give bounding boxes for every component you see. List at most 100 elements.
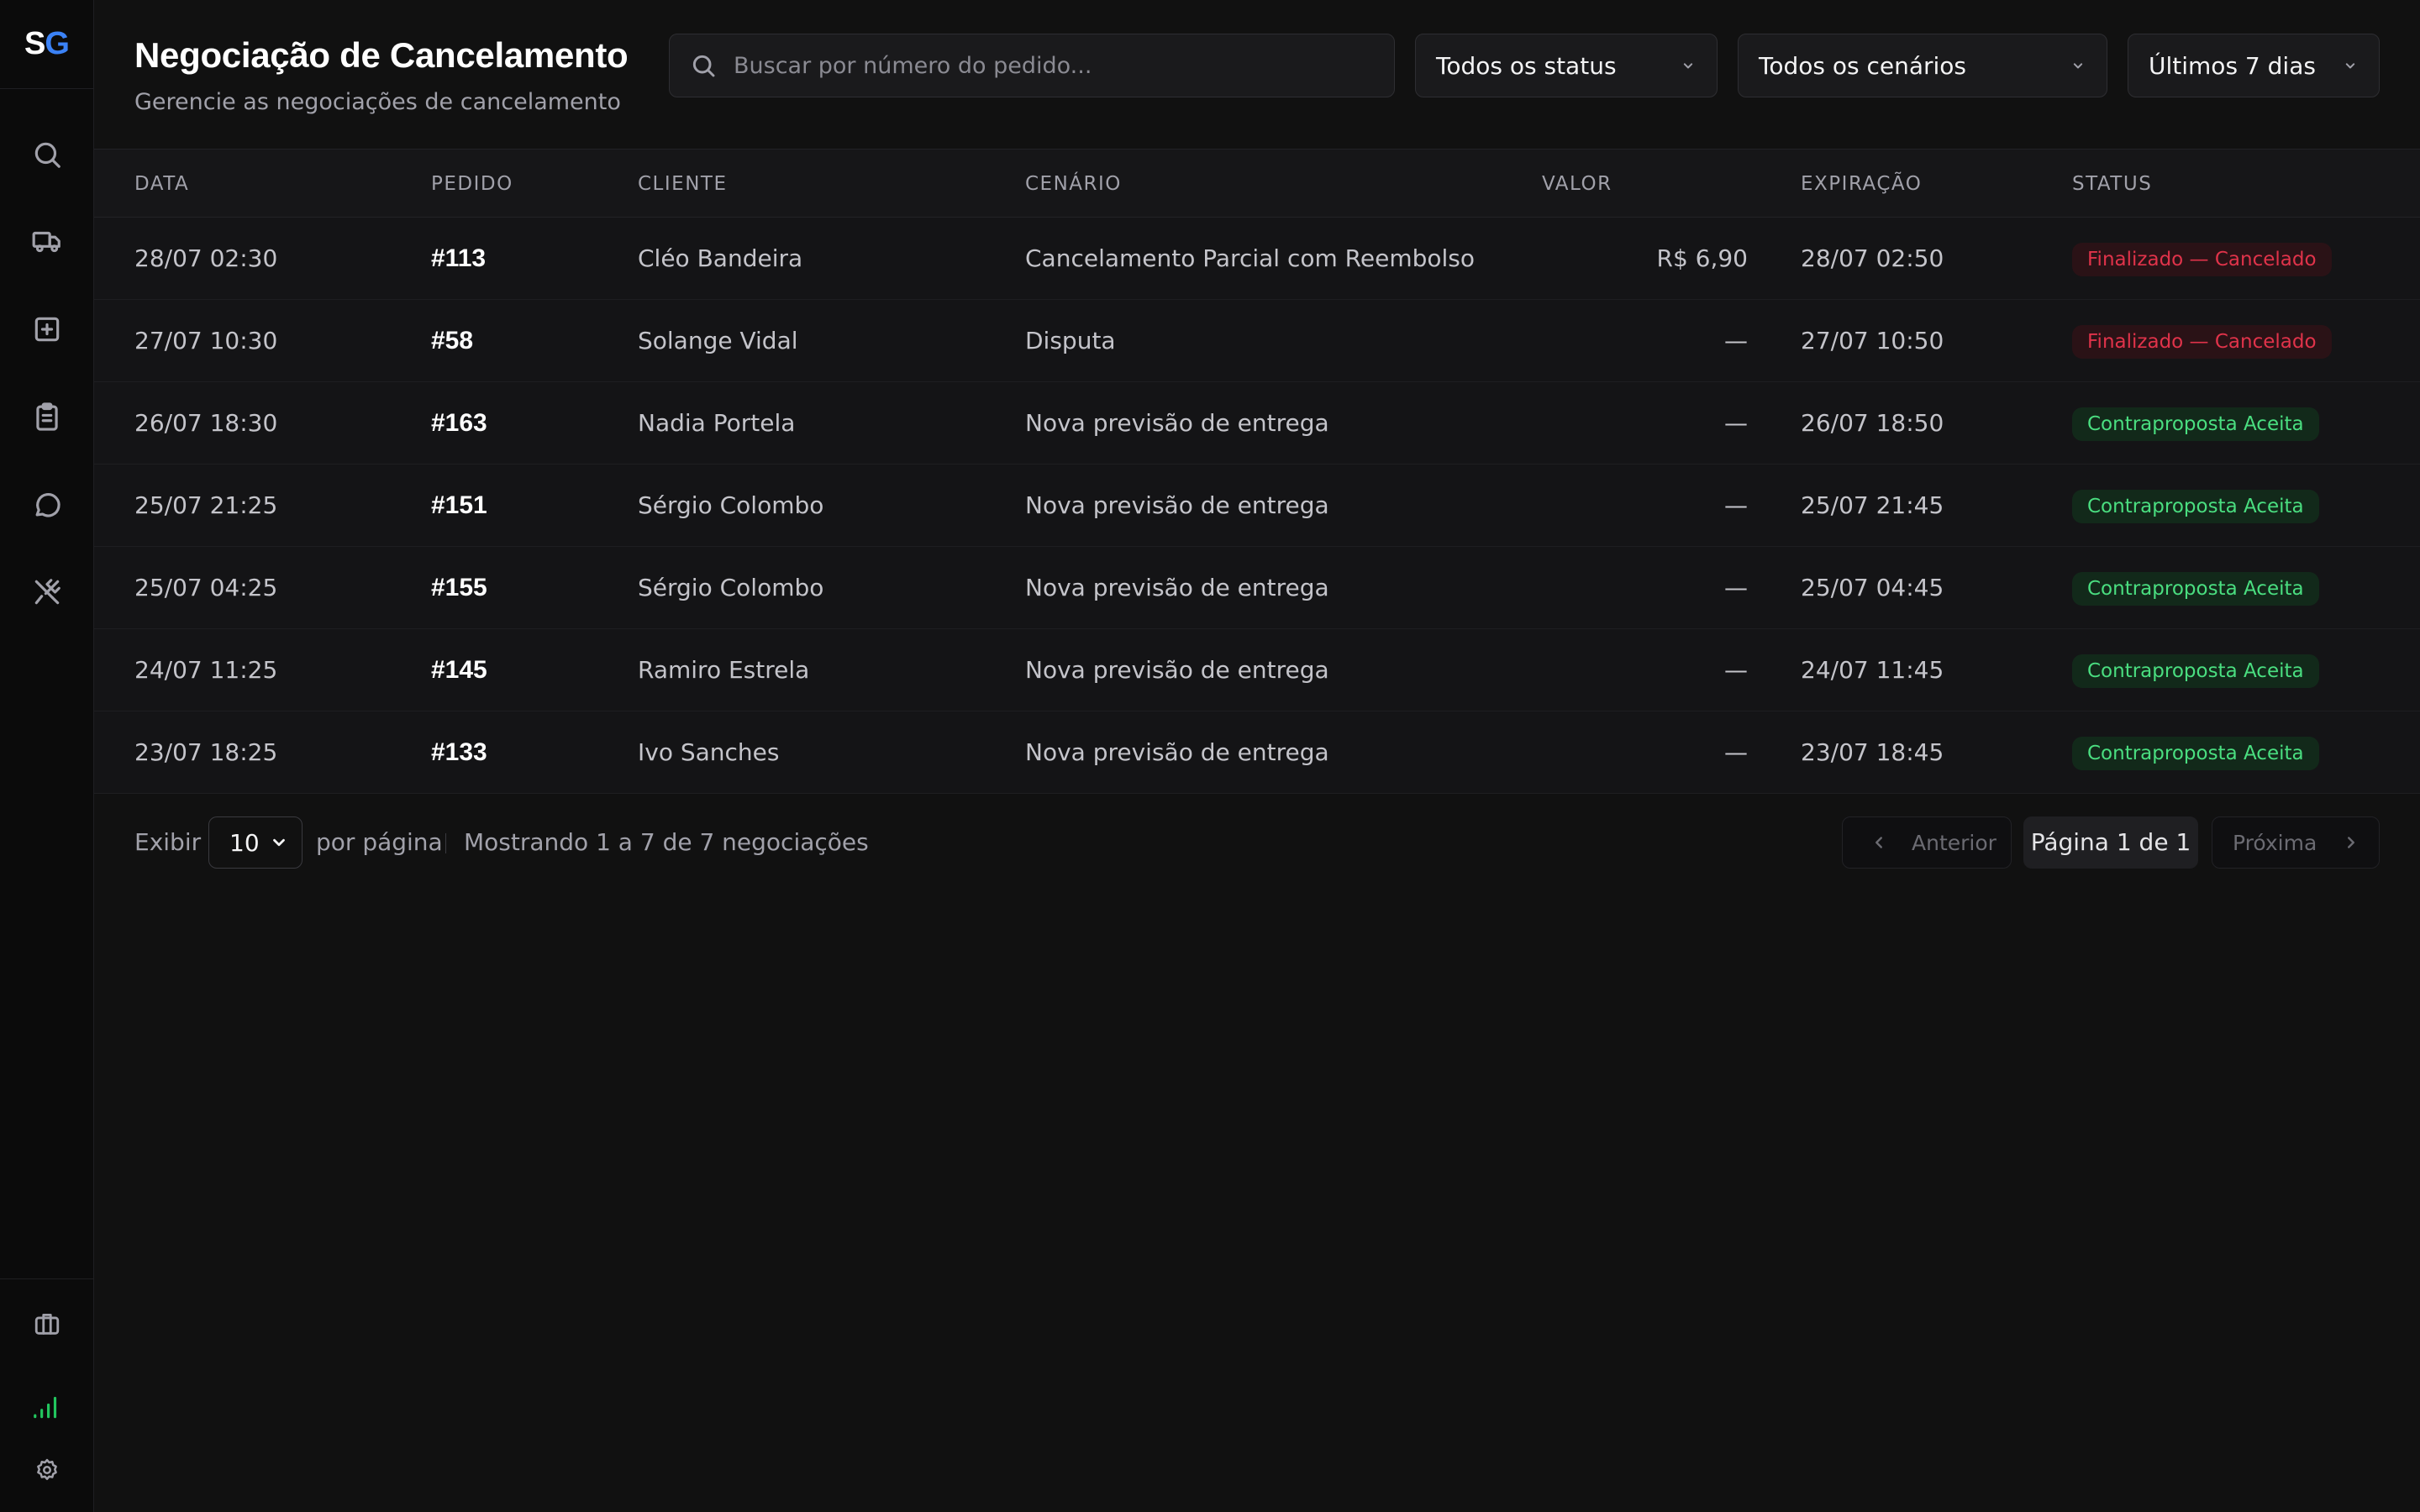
column-header-value[interactable]: VALOR — [1542, 150, 1612, 218]
table-row[interactable]: 24/07 11:25 #145 Ramiro Estrela Nova previs… — [94, 629, 2420, 711]
sidebar-item-search[interactable] — [0, 125, 94, 184]
cell-date: 26/07 18:30 — [134, 409, 278, 437]
cell-scenario: Nova previsão de entrega — [1025, 738, 1329, 766]
cell-client: Cléo Bandeira — [638, 244, 803, 272]
column-header-order[interactable]: PEDIDO — [431, 150, 513, 218]
clipboard-icon — [36, 402, 58, 431]
sidebar-item-delivery[interactable] — [0, 212, 94, 270]
scenario-filter-value: Todos os cenários — [1759, 51, 1967, 80]
period-filter-select[interactable]: Últimos 7 dias — [2128, 34, 2380, 97]
table-row[interactable]: 25/07 04:25 #155 Sérgio Colombo Nova previs… — [94, 547, 2420, 629]
logo-letter-g: G — [45, 26, 70, 61]
cell-client: Sérgio Colombo — [638, 491, 824, 519]
search-icon — [34, 142, 60, 168]
app-root: SG Negociação de Cancelamento Gerencie a… — [0, 0, 2420, 1512]
table-body: 28/07 02:30 #113 Cléo Bandeira Cancelamento… — [94, 218, 2420, 794]
per-page-select[interactable]: 10 — [208, 816, 302, 869]
cell-order: #133 — [431, 738, 487, 766]
chevron-down-icon — [2073, 63, 2083, 69]
cell-order: #163 — [431, 409, 487, 437]
sidebar-item-chat[interactable] — [0, 475, 94, 534]
plus-square-icon — [34, 317, 60, 342]
column-header-client[interactable]: CLIENTE — [638, 150, 727, 218]
cell-expiration: 27/07 10:50 — [1801, 327, 1944, 354]
show-label: Exibir — [134, 828, 202, 856]
sidebar-item-store[interactable] — [0, 1294, 94, 1353]
briefcase-icon — [34, 1313, 60, 1335]
cell-client: Sérgio Colombo — [638, 574, 824, 601]
table-row[interactable]: 28/07 02:30 #113 Cléo Bandeira Cancelamento… — [94, 218, 2420, 300]
table-row[interactable]: 25/07 21:25 #151 Sérgio Colombo Nova previs… — [94, 465, 2420, 547]
cell-value: R$ 6,90 — [1656, 244, 1748, 272]
chevron-down-icon — [2345, 63, 2355, 69]
cell-value: — — [1724, 491, 1748, 519]
cell-scenario: Nova previsão de entrega — [1025, 656, 1329, 684]
column-header-scenario[interactable]: CENÁRIO — [1025, 150, 1122, 218]
cell-value: — — [1724, 327, 1748, 354]
period-filter-value: Últimos 7 dias — [2149, 51, 2316, 80]
cell-expiration: 28/07 02:50 — [1801, 244, 1944, 272]
results-count: Mostrando 1 a 7 de 7 negociações — [464, 828, 869, 856]
previous-page-button[interactable]: Anterior — [1842, 816, 2012, 869]
per-page-label: por página — [316, 828, 443, 856]
logo[interactable]: SG — [0, 0, 93, 89]
cell-order: #155 — [431, 574, 487, 601]
cell-expiration: 24/07 11:45 — [1801, 656, 1944, 684]
sidebar-item-settings[interactable] — [0, 1441, 94, 1499]
cell-date: 24/07 11:25 — [134, 656, 278, 684]
chevron-down-icon — [273, 838, 285, 847]
previous-page-label: Anterior — [1912, 830, 1996, 855]
cell-client: Ramiro Estrela — [638, 656, 810, 684]
sidebar-item-add[interactable] — [0, 300, 94, 359]
sidebar-item-restaurant[interactable] — [0, 563, 94, 622]
table-row[interactable]: 27/07 10:30 #58 Solange Vidal Disputa — 27/07… — [94, 300, 2420, 382]
gear-icon — [37, 1458, 57, 1480]
cell-date: 23/07 18:25 — [134, 738, 278, 766]
cell-client: Ivo Sanches — [638, 738, 780, 766]
cell-client: Solange Vidal — [638, 327, 798, 354]
column-header-status[interactable]: STATUS — [2072, 150, 2152, 218]
table-row[interactable]: 23/07 18:25 #133 Ivo Sanches Nova previsão … — [94, 711, 2420, 794]
column-header-expiration[interactable]: EXPIRAÇÃO — [1801, 150, 1922, 218]
cell-order: #145 — [431, 656, 487, 684]
status-badge: Contraproposta Aceita — [2072, 654, 2319, 688]
search-input[interactable] — [734, 52, 1394, 79]
per-page-value: 10 — [229, 828, 260, 857]
status-badge: Contraproposta Aceita — [2072, 490, 2319, 523]
page-subtitle: Gerencie as negociações de cancelamento — [134, 89, 621, 115]
signal-icon — [34, 1396, 57, 1419]
search-icon — [692, 55, 715, 77]
cell-expiration: 26/07 18:50 — [1801, 409, 1944, 437]
cell-expiration: 25/07 21:45 — [1801, 491, 1944, 519]
cell-order: #151 — [431, 491, 487, 519]
cell-value: — — [1724, 738, 1748, 766]
page-indicator: Página 1 de 1 — [2023, 816, 2198, 869]
cell-order: #58 — [431, 327, 474, 354]
cell-date: 27/07 10:30 — [134, 327, 278, 354]
chevron-left-icon — [1876, 837, 1882, 848]
sidebar-divider — [0, 1278, 94, 1279]
table-row[interactable]: 26/07 18:30 #163 Nadia Portela Nova previsã… — [94, 382, 2420, 465]
cell-value: — — [1724, 656, 1748, 684]
scenario-filter-select[interactable]: Todos os cenários — [1738, 34, 2107, 97]
chevron-right-icon — [2348, 837, 2355, 848]
status-filter-select[interactable]: Todos os status — [1415, 34, 1718, 97]
logo-letter-s: S — [24, 26, 45, 61]
status-badge: Contraproposta Aceita — [2072, 572, 2319, 606]
sidebar-item-signal[interactable] — [0, 1377, 94, 1436]
cell-scenario: Nova previsão de entrega — [1025, 574, 1329, 601]
cell-value: — — [1724, 574, 1748, 601]
next-page-button[interactable]: Próxima — [2212, 816, 2380, 869]
cell-scenario: Cancelamento Parcial com Reembolso — [1025, 244, 1475, 272]
column-header-date[interactable]: DATA — [134, 150, 189, 218]
sidebar: SG — [0, 0, 94, 1512]
message-circle-icon — [35, 493, 60, 517]
cell-scenario: Nova previsão de entrega — [1025, 409, 1329, 437]
footer-divider — [445, 833, 446, 853]
cell-expiration: 25/07 04:45 — [1801, 574, 1944, 601]
search-box[interactable] — [669, 34, 1395, 97]
cell-date: 25/07 21:25 — [134, 491, 278, 519]
chevron-down-icon — [1683, 63, 1693, 69]
cell-scenario: Disputa — [1025, 327, 1116, 354]
sidebar-item-orders[interactable] — [0, 387, 94, 446]
